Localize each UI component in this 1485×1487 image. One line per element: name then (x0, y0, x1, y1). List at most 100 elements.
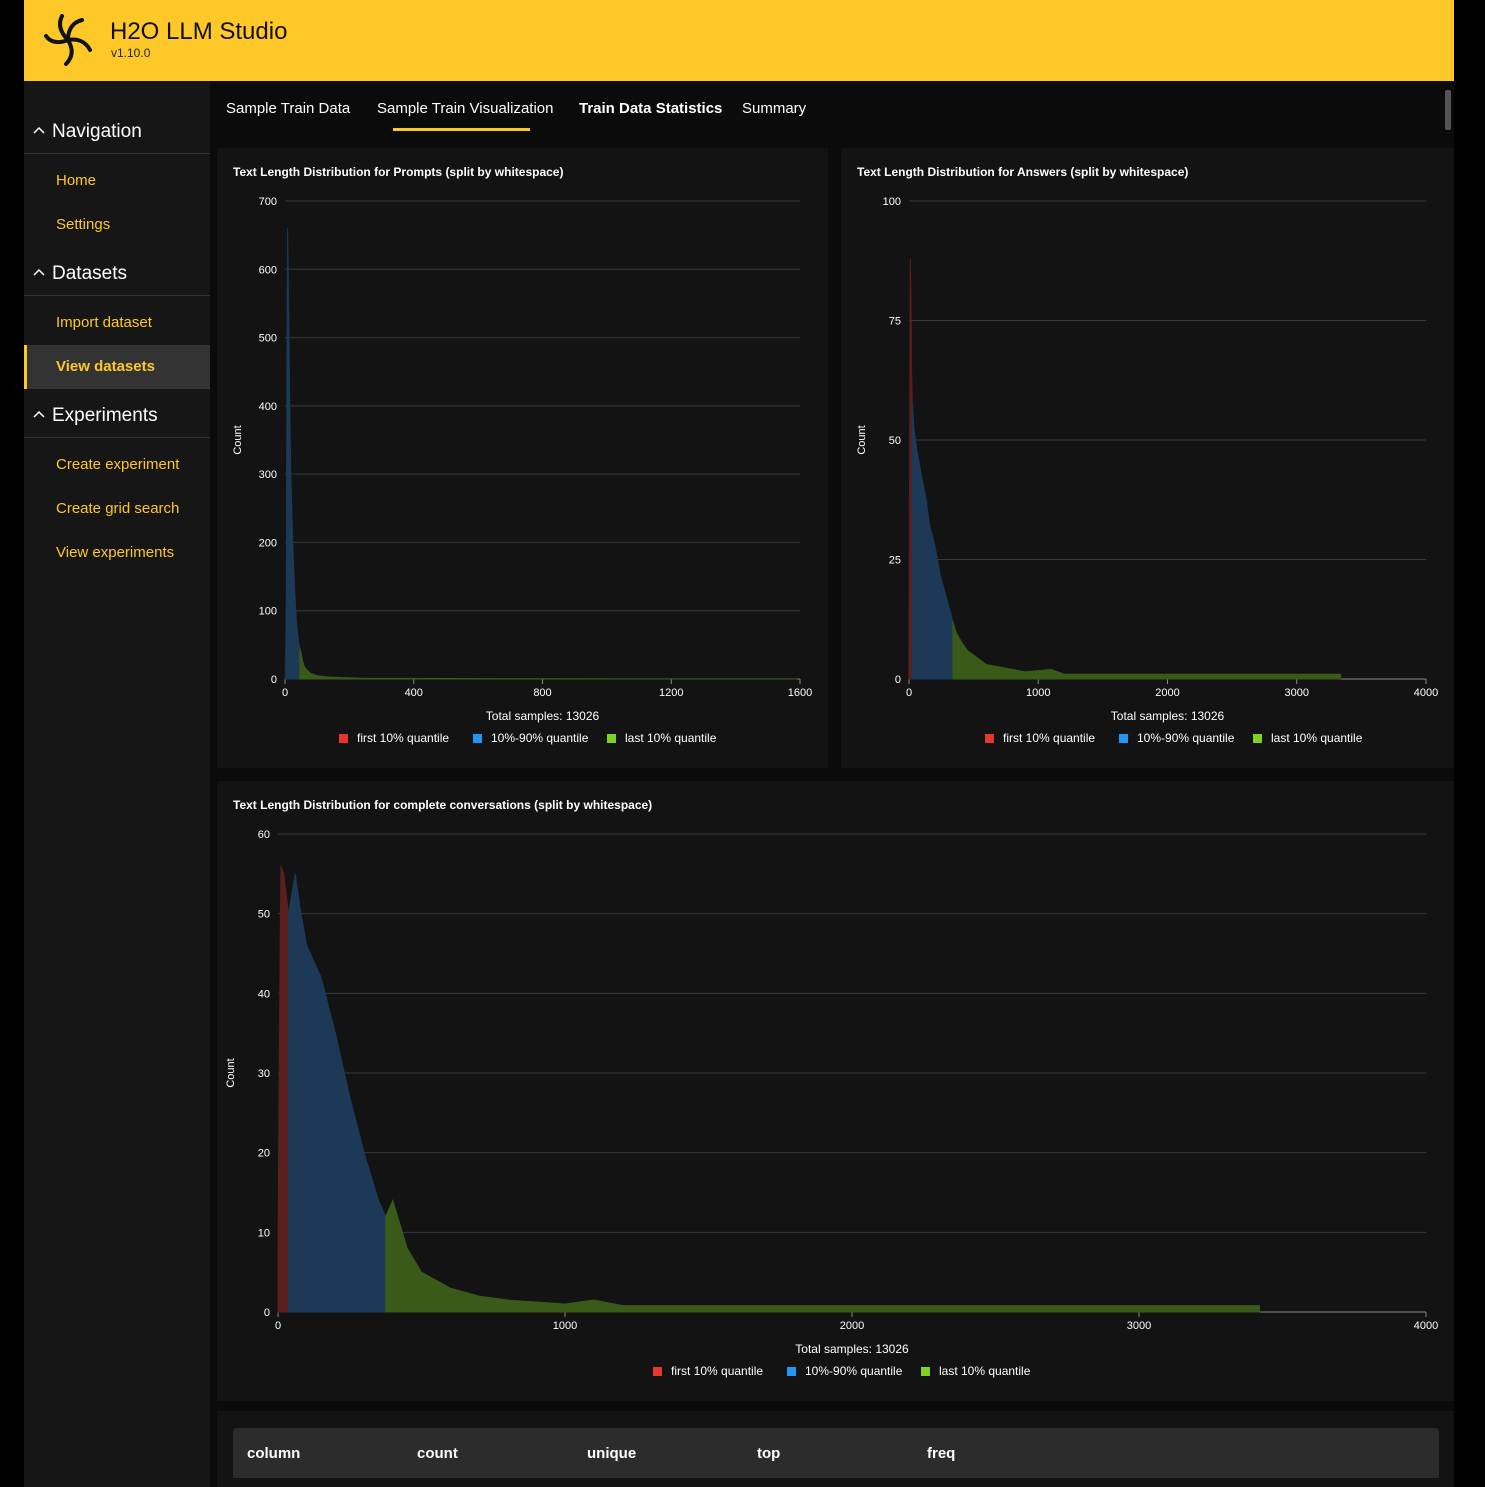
app-version: v1.10.0 (111, 46, 151, 60)
y-tick-label: 600 (259, 264, 277, 276)
y-tick-label: 25 (889, 555, 901, 567)
series-area-2 (288, 873, 387, 1313)
column-header-top[interactable]: top (757, 1445, 780, 1462)
prompts-histogram: 0 100 200 300 400 500 600 700 0 400 800 1200 1600 Cou… (232, 196, 812, 745)
y-tick-label: 300 (259, 469, 277, 481)
x-tick-label: 2000 (840, 1320, 864, 1332)
sidebar-item-label: Home (56, 172, 97, 189)
sidebar-item-settings[interactable]: Settings (24, 203, 210, 247)
legend-label: 10%-90% quantile (491, 731, 589, 745)
scrollbar[interactable] (1445, 90, 1451, 130)
conversations-histogram: 0 10 20 30 40 50 60 0 1000 2000 3000 4000 Count Total… (225, 829, 1438, 1378)
chevron-up-icon (33, 268, 45, 276)
sidebar-item-label: Create experiment (56, 456, 180, 473)
legend-label: last 10% quantile (625, 731, 717, 745)
y-tick-label: 0 (895, 674, 901, 686)
y-tick-label: 40 (258, 988, 270, 1000)
column-header-column[interactable]: column (247, 1445, 300, 1462)
x-tick-label: 0 (275, 1320, 281, 1332)
x-tick-label: 1000 (553, 1320, 577, 1332)
x-tick-label: 1000 (1026, 687, 1050, 699)
legend-swatch (1119, 734, 1128, 743)
sidebar-item-create-grid-search[interactable]: Create grid search (24, 487, 210, 531)
y-axis-label: Count (232, 425, 244, 454)
total-samples-label: Total samples: 13026 (795, 1342, 909, 1356)
sidebar-item-create-experiment[interactable]: Create experiment (24, 443, 210, 487)
x-tick-label: 800 (533, 687, 551, 699)
y-tick-label: 0 (264, 1307, 270, 1319)
legend-label: 10%-90% quantile (1137, 731, 1235, 745)
x-tick-label: 400 (405, 687, 423, 699)
legend-swatch (985, 734, 994, 743)
sidebar-item-view-datasets[interactable]: View datasets (24, 345, 210, 389)
column-header-count[interactable]: count (417, 1445, 458, 1462)
legend-label: last 10% quantile (939, 1364, 1031, 1378)
answers-chart-card: Text Length Distribution for Answers (sp… (841, 148, 1454, 768)
series-area-3 (952, 621, 1342, 680)
nav-section-experiments[interactable]: Experiments (24, 397, 210, 438)
column-header-unique[interactable]: unique (587, 1445, 636, 1462)
tab-train-data-statistics[interactable]: Train Data Statistics (579, 100, 722, 117)
x-tick-label: 0 (906, 687, 912, 699)
section-label: Experiments (52, 405, 158, 426)
total-samples-label: Total samples: 13026 (486, 709, 600, 723)
legend-label: last 10% quantile (1271, 731, 1363, 745)
tab-sample-train-visualization[interactable]: Sample Train Visualization (377, 100, 553, 117)
sidebar-item-label: Settings (56, 216, 111, 233)
sidebar-item-label: Create grid search (56, 500, 180, 517)
sidebar-item-import-dataset[interactable]: Import dataset (24, 301, 210, 345)
y-tick-label: 50 (889, 435, 901, 447)
y-tick-label: 100 (259, 606, 277, 618)
y-tick-label: 100 (883, 196, 901, 208)
nav-section-navigation[interactable]: Navigation (24, 113, 210, 154)
sidebar-item-label: View datasets (56, 358, 155, 375)
series-area-3 (299, 648, 798, 680)
legend-swatch (653, 1367, 662, 1376)
y-tick-label: 30 (258, 1068, 270, 1080)
tab-sample-train-data[interactable]: Sample Train Data (226, 100, 350, 117)
h2o-logo-icon (44, 14, 92, 66)
legend-swatch (607, 734, 616, 743)
y-axis-label: Count (225, 1058, 237, 1087)
x-tick-label: 3000 (1127, 1320, 1151, 1332)
section-label: Navigation (52, 121, 142, 142)
sidebar: Navigation Home Settings Datasets Import… (24, 81, 210, 1487)
x-tick-label: 4000 (1414, 687, 1438, 699)
series-area-3 (385, 1199, 1261, 1313)
sidebar-item-view-experiments[interactable]: View experiments (24, 531, 210, 575)
legend-swatch (1253, 734, 1262, 743)
legend-swatch (473, 734, 482, 743)
statistics-table-card: column count unique top freq (217, 1411, 1454, 1487)
y-tick-label: 75 (889, 316, 901, 328)
nav-section-datasets[interactable]: Datasets (24, 255, 210, 296)
sidebar-item-label: View experiments (56, 544, 175, 561)
y-tick-label: 0 (271, 674, 277, 686)
y-tick-label: 20 (258, 1148, 270, 1160)
active-tab-indicator (393, 128, 530, 131)
sidebar-item-home[interactable]: Home (24, 159, 210, 203)
legend-label: 10%-90% quantile (805, 1364, 903, 1378)
conversations-chart-card: Text Length Distribution for complete co… (217, 781, 1454, 1401)
legend-label: first 10% quantile (671, 1364, 763, 1378)
series-area-2 (911, 401, 954, 680)
legend-swatch (921, 1367, 930, 1376)
legend-swatch (787, 1367, 796, 1376)
app-title: H2O LLM Studio (110, 18, 288, 45)
y-tick-label: 500 (259, 333, 277, 345)
tab-summary[interactable]: Summary (742, 100, 806, 117)
y-axis-label: Count (856, 425, 868, 454)
series-area-1 (277, 865, 290, 1313)
sidebar-item-label: Import dataset (56, 314, 152, 331)
app-window: H2O LLM Studio v1.10.0 Navigation Home S… (24, 0, 1454, 1487)
y-tick-label: 200 (259, 537, 277, 549)
x-tick-label: 2000 (1155, 687, 1179, 699)
legend-label: first 10% quantile (1003, 731, 1095, 745)
x-tick-label: 1200 (659, 687, 683, 699)
table-header: column count unique top freq (233, 1428, 1439, 1478)
x-tick-label: 0 (282, 687, 288, 699)
y-tick-label: 700 (259, 196, 277, 208)
y-tick-label: 10 (258, 1227, 270, 1239)
chevron-up-icon (33, 126, 45, 134)
column-header-freq[interactable]: freq (927, 1445, 955, 1462)
y-tick-label: 60 (258, 829, 270, 841)
